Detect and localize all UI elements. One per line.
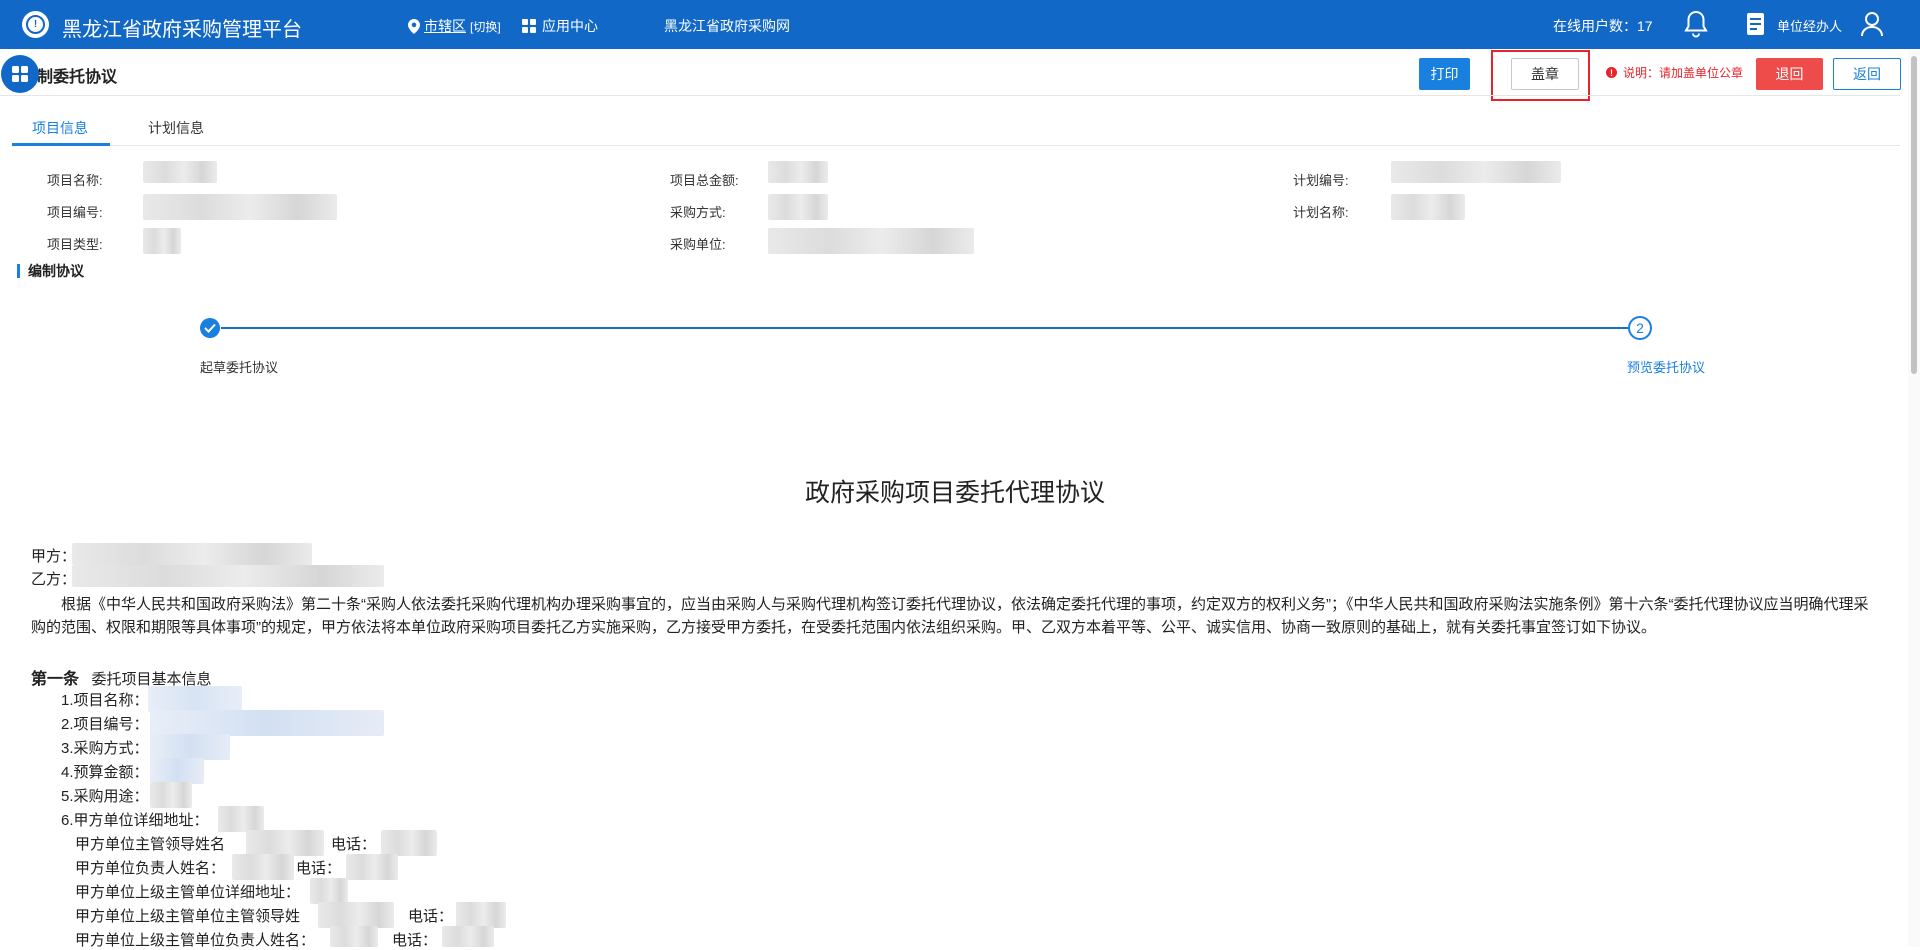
user-role-label[interactable]: 单位经办人 xyxy=(1777,16,1842,35)
party-a-value xyxy=(72,543,312,565)
project-no-label: 项目编号: xyxy=(47,205,103,220)
page-title: 制委托协议 xyxy=(37,69,118,86)
stamp-note: ! 说明：请加盖单位公章 xyxy=(1606,64,1743,81)
superior-leader-phone-label: 电话： xyxy=(408,908,454,925)
grid-icon xyxy=(12,66,28,82)
plan-name-value xyxy=(1391,194,1465,220)
portal-link[interactable]: 黑龙江省政府采购网 xyxy=(664,16,790,36)
superior-leader-label: 甲方单位上级主管单位主管领导姓 xyxy=(75,908,301,925)
region-name[interactable]: 市辖区 xyxy=(424,16,466,36)
reject-button[interactable]: 退回 xyxy=(1756,58,1823,90)
agreement-title: 政府采购项目委托代理协议 xyxy=(804,479,1105,507)
location-pin-icon xyxy=(408,18,420,34)
section-marker xyxy=(17,264,20,278)
plan-no-label: 计划编号: xyxy=(1293,173,1349,188)
app-center-link[interactable]: 应用中心 xyxy=(522,16,598,36)
plan-no-value xyxy=(1391,161,1561,183)
project-total-value xyxy=(768,161,828,183)
superior-leader-value xyxy=(318,902,394,928)
section-title: 编制协议 xyxy=(17,261,84,281)
user-icon[interactable] xyxy=(1860,11,1884,37)
project-name-label: 项目名称: xyxy=(47,173,103,188)
purchase-method-label: 采购方式: xyxy=(670,205,726,220)
stamp-note-text: 说明：请加盖单位公章 xyxy=(1623,66,1744,80)
active-tab-indicator xyxy=(12,143,110,146)
project-total-label: 项目总金额: xyxy=(670,173,739,188)
step-2-current: 2 xyxy=(1628,316,1652,340)
tab-divider xyxy=(12,145,1900,146)
item-project-name-value xyxy=(148,686,242,712)
app-title: 黑龙江省政府采购管理平台 xyxy=(62,19,302,41)
region-switch-link[interactable]: [切换] xyxy=(470,18,501,35)
party-b-value xyxy=(72,565,384,587)
header-divider xyxy=(0,95,1900,96)
superior-person-phone-value xyxy=(442,926,494,947)
section-title-text: 编制协议 xyxy=(28,263,84,279)
leader-name-label: 甲方单位主管领导姓名 xyxy=(75,836,226,853)
person-phone-value xyxy=(346,854,398,880)
print-button[interactable]: 打印 xyxy=(1419,58,1470,90)
menu-grid-button[interactable] xyxy=(1,55,39,93)
step-1-label: 起草委托协议 xyxy=(200,360,279,375)
agreement-intro: 根据《中华人民共和国政府采购法》第二十条“采购人依法委托采购代理机构办理采购事宜… xyxy=(31,596,1869,636)
leader-name-value xyxy=(246,830,324,856)
item-project-name: 1.项目名称： xyxy=(61,692,149,709)
platform-logo: ! xyxy=(22,11,49,38)
grid-icon xyxy=(522,19,536,33)
purchase-unit-label: 采购单位: xyxy=(670,237,726,252)
warning-icon: ! xyxy=(1606,67,1617,78)
item-purchase-method: 3.采购方式： xyxy=(61,740,149,757)
project-type-value xyxy=(143,228,181,254)
project-no-value xyxy=(143,194,337,220)
plan-name-label: 计划名称: xyxy=(1293,205,1349,220)
item-purpose-value xyxy=(150,782,192,808)
item-budget: 4.预算金额： xyxy=(61,764,149,781)
document-icon[interactable] xyxy=(1745,12,1767,37)
party-b-label: 乙方： xyxy=(31,571,77,588)
item-project-no: 2.项目编号： xyxy=(61,716,149,733)
item-project-no-value xyxy=(150,710,384,736)
stamp-button[interactable]: 盖章 xyxy=(1511,58,1579,90)
bell-icon[interactable] xyxy=(1684,10,1708,38)
leader-phone-label: 电话： xyxy=(331,836,377,853)
step-2-label: 预览委托协议 xyxy=(1627,360,1706,375)
project-type-label: 项目类型: xyxy=(47,237,103,252)
superior-leader-phone-value xyxy=(456,902,506,928)
superior-person-value xyxy=(330,926,378,947)
superior-address-value xyxy=(310,878,348,904)
purchase-method-value xyxy=(768,194,828,220)
item-budget-value xyxy=(150,758,204,784)
leader-phone-value xyxy=(381,830,437,856)
app-center-label: 应用中心 xyxy=(542,18,598,34)
project-name-value xyxy=(143,161,217,183)
back-button[interactable]: 返回 xyxy=(1833,58,1901,90)
person-phone-label: 电话： xyxy=(296,860,342,877)
tab-project-info[interactable]: 项目信息 xyxy=(32,118,88,138)
purchase-unit-value xyxy=(768,228,974,254)
tab-plan-info[interactable]: 计划信息 xyxy=(148,118,204,138)
article-1-number: 第一条 xyxy=(31,671,80,688)
person-name-label: 甲方单位负责人姓名： xyxy=(75,860,226,877)
item-purchase-method-value xyxy=(150,734,230,760)
online-users-count: 在线用户数：17 xyxy=(1553,18,1653,34)
top-navigation-bar: ! 黑龙江省政府采购管理平台 市辖区 [切换] 应用中心 黑龙江省政府采购网 在… xyxy=(0,0,1920,49)
item-purpose: 5.采购用途： xyxy=(61,788,149,805)
step-1-done xyxy=(200,318,220,338)
region-selector[interactable]: 市辖区 [切换] xyxy=(408,16,501,36)
steps-connector xyxy=(221,327,1628,329)
check-icon xyxy=(204,323,216,333)
superior-address-label: 甲方单位上级主管单位详细地址： xyxy=(75,884,301,901)
party-a-label: 甲方： xyxy=(31,548,77,565)
item-address-value xyxy=(218,806,264,832)
scrollbar-thumb[interactable] xyxy=(1911,56,1917,374)
person-name-value xyxy=(232,854,294,880)
item-address: 6.甲方单位详细地址： xyxy=(61,812,209,829)
